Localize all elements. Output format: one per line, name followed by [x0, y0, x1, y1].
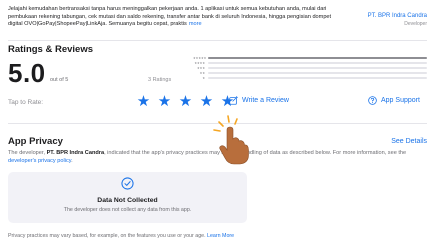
description-section: Jelajahi kemudahan bertransaksi tanpa ha… [8, 6, 427, 36]
rating-bar-4 [208, 62, 427, 64]
divider [8, 40, 427, 41]
star-icon[interactable]: ★ [175, 94, 196, 109]
star-level-1: ★ [202, 76, 205, 80]
privacy-policy-link[interactable]: developer's privacy policy [8, 158, 71, 164]
rating-out-of: out of 5 [50, 77, 69, 83]
rating-bar-5 [208, 57, 427, 59]
app-support-button[interactable]: App Support [368, 96, 420, 105]
developer-label: Developer [404, 21, 427, 27]
app-support-label: App Support [381, 97, 420, 104]
more-link[interactable]: more [189, 21, 202, 27]
privacy-card[interactable]: Data Not Collected The developer does no… [8, 172, 247, 223]
privacy-developer-name: PT. BPR Indra Candra [46, 150, 105, 156]
privacy-text-part: . [71, 157, 73, 164]
rating-bar-3 [208, 67, 427, 69]
description-text: Jelajahi kemudahan bertransaksi tanpa ha… [8, 6, 332, 28]
privacy-text-part: , indicated that the app's privacy pract… [104, 150, 407, 156]
star-icon[interactable]: ★ [133, 94, 154, 109]
write-review-label: Write a Review [242, 97, 289, 104]
write-review-button[interactable]: Write a Review [229, 96, 289, 105]
rating-distribution [208, 57, 427, 82]
rating-count: 3 Ratings [148, 77, 172, 83]
see-details-link[interactable]: See Details [391, 138, 427, 145]
privacy-card-title: Data Not Collected [97, 197, 158, 204]
privacy-footer-text: Privacy practices may vary based, for ex… [8, 233, 208, 239]
privacy-title: App Privacy [8, 136, 63, 147]
developer-link[interactable]: PT. BPR Indra Candra [368, 13, 427, 19]
tap-hand-icon [213, 115, 249, 165]
star-icon[interactable]: ★ [154, 94, 175, 109]
checkmark-circle-icon [121, 177, 134, 190]
tap-to-rate-label: Tap to Rate: [8, 99, 44, 106]
rating-bar-1 [208, 77, 427, 79]
tap-to-rate-stars[interactable]: ★ ★ ★ ★ ★ [133, 93, 238, 111]
learn-more-link[interactable]: Learn More [207, 233, 234, 239]
question-circle-icon [368, 96, 377, 105]
privacy-footer: Privacy practices may vary based, for ex… [8, 233, 234, 239]
compose-icon [229, 96, 238, 105]
rating-score: 5.0 [8, 58, 46, 88]
privacy-text-part: The developer, [8, 150, 47, 156]
rating-bar-2 [208, 72, 427, 74]
privacy-card-subtitle: The developer does not collect any data … [63, 207, 192, 213]
ratings-title: Ratings & Reviews [8, 44, 93, 55]
rating-star-levels: ★★★★★ ★★★★ ★★★ ★★ ★ [193, 56, 206, 81]
rating-bar-fill [208, 57, 427, 59]
app-description: Jelajahi kemudahan bertransaksi tanpa ha… [8, 6, 346, 29]
star-icon[interactable]: ★ [196, 94, 217, 109]
